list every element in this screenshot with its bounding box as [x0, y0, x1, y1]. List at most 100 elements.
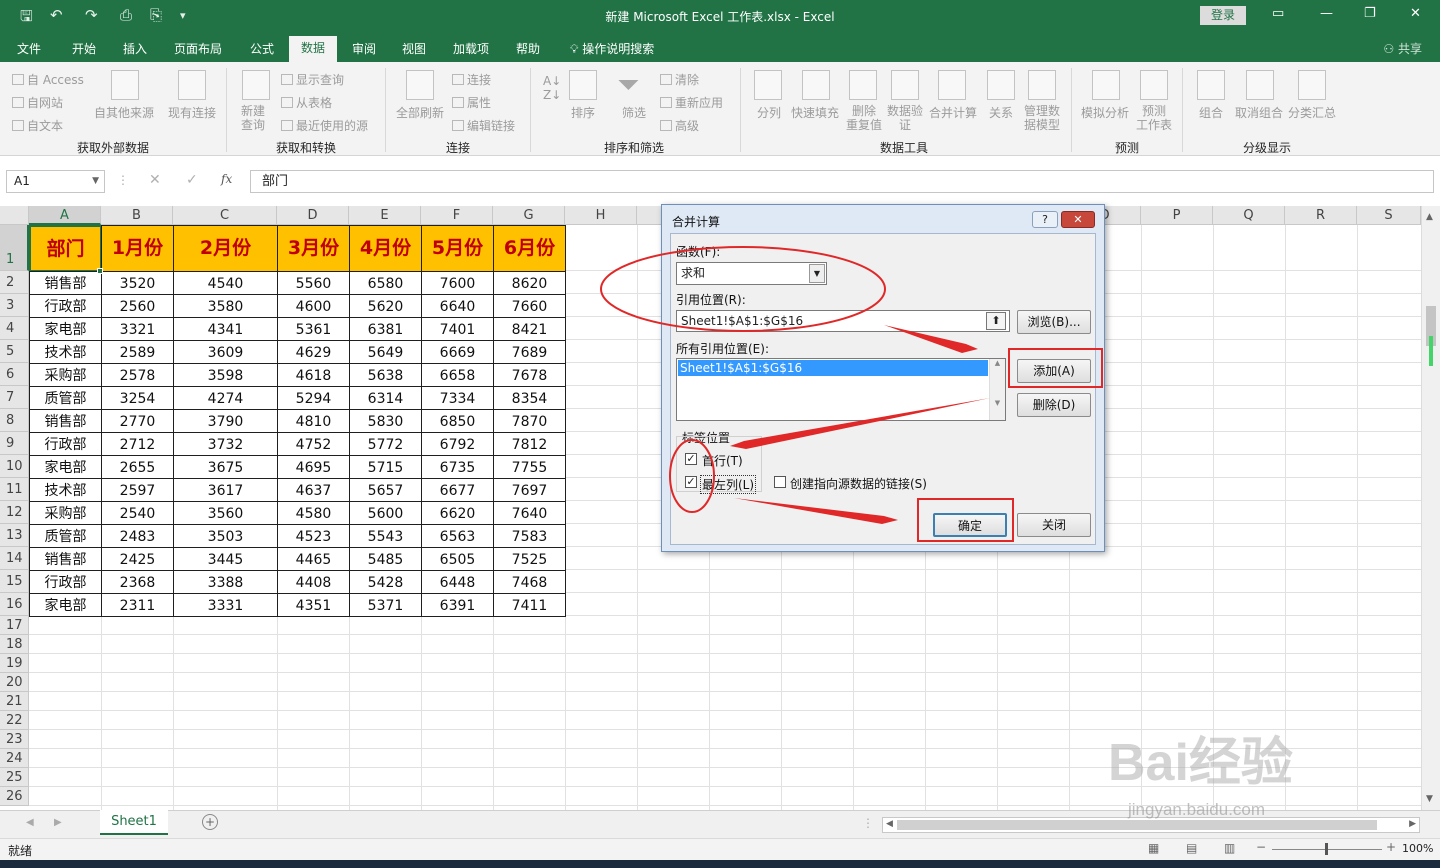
zoom-thumb[interactable]	[1325, 843, 1328, 855]
group-label-outline: 分级显示	[1243, 141, 1292, 155]
browse-button[interactable]: 浏览(B)...	[1017, 310, 1091, 334]
clear-button[interactable]: 清除	[660, 71, 699, 88]
function-select[interactable]: 求和 ▼	[676, 262, 827, 285]
data-validation-button[interactable]: 数据验 证	[887, 104, 923, 132]
tab-review[interactable]: 审阅	[352, 40, 376, 57]
manage-data-model-button[interactable]: 管理数 据模型	[1024, 104, 1060, 132]
link-source-checkbox[interactable]	[774, 476, 786, 488]
left-column-checkbox[interactable]: ✓	[685, 476, 697, 488]
delete-button[interactable]: 删除(D)	[1017, 393, 1091, 417]
dialog-close-icon[interactable]: ✕	[1061, 211, 1095, 228]
all-references-list[interactable]: Sheet1!$A$1:$G$16 ▲ ▼	[676, 358, 1006, 421]
login-button[interactable]: 登录	[1200, 6, 1246, 25]
zoom-in-icon[interactable]: +	[1386, 840, 1396, 854]
consolidate-button[interactable]: 合并计算	[929, 104, 977, 121]
tab-page-layout[interactable]: 页面布局	[174, 40, 222, 57]
tab-help[interactable]: 帮助	[516, 40, 540, 57]
from-table-button[interactable]: 从表格	[281, 94, 332, 111]
ungroup-button[interactable]: 取消组合	[1235, 104, 1283, 121]
next-sheet-icon[interactable]: ▶	[54, 817, 62, 828]
scroll-right-icon[interactable]: ▶	[1409, 819, 1416, 829]
prev-sheet-icon[interactable]: ◀	[26, 817, 34, 828]
split-handle-icon[interactable]: ⋮	[862, 816, 874, 830]
page-break-icon[interactable]: ▥	[1224, 841, 1235, 855]
sort-az-icon[interactable]: A↓ Z↓	[543, 74, 561, 102]
group-label-external: 获取外部数据	[77, 141, 150, 155]
reference-input[interactable]: Sheet1!$A$1:$G$16	[676, 310, 1010, 332]
other-sources-button[interactable]: 自其他来源	[94, 104, 154, 121]
forecast-sheet-button[interactable]: 预测 工作表	[1136, 104, 1172, 132]
reapply-button[interactable]: 重新应用	[660, 94, 723, 111]
subtotal-button[interactable]: 分类汇总	[1288, 104, 1336, 121]
connections-button[interactable]: 连接	[452, 71, 491, 88]
tab-view[interactable]: 视图	[402, 40, 426, 57]
cancel-icon[interactable]: ✕	[149, 172, 161, 188]
tab-add-ins[interactable]: 加载项	[453, 40, 489, 57]
tab-home[interactable]: 开始	[72, 40, 96, 57]
scroll-left-icon[interactable]: ◀	[886, 819, 893, 829]
watermark-brand: Bai经验	[1108, 734, 1293, 792]
tab-data[interactable]: 数据	[289, 36, 337, 62]
filter-button[interactable]: 筛选	[622, 104, 646, 121]
zoom-level[interactable]: 100%	[1402, 842, 1433, 855]
recent-sources-button[interactable]: 最近使用的源	[281, 117, 368, 134]
minimize-icon[interactable]: —	[1320, 6, 1333, 21]
refresh-all-icon	[406, 70, 434, 100]
text-to-columns-icon	[754, 70, 782, 100]
from-text-button[interactable]: 自文本	[12, 117, 63, 134]
tab-insert[interactable]: 插入	[123, 40, 147, 57]
scroll-up-icon[interactable]: ▲	[1426, 212, 1433, 222]
formula-input[interactable]: 部门	[250, 170, 1434, 193]
page-layout-icon[interactable]: ▤	[1186, 841, 1197, 855]
name-box[interactable]: A1 ▼	[6, 170, 105, 193]
add-sheet-icon[interactable]: +	[202, 814, 218, 830]
data-validation-icon	[891, 70, 919, 100]
remove-duplicates-icon	[849, 70, 877, 100]
list-item[interactable]: Sheet1!$A$1:$G$16	[678, 360, 988, 376]
collapse-dialog-icon[interactable]: ⬆	[986, 312, 1006, 330]
group-label-sort-filter: 排序和筛选	[604, 141, 665, 155]
existing-connections-button[interactable]: 现有连接	[168, 104, 216, 121]
tell-me-search[interactable]: 💡︎ 操作说明搜索	[570, 40, 654, 57]
enter-icon[interactable]: ✓	[186, 172, 198, 188]
insert-function-icon[interactable]: fx	[221, 172, 232, 186]
ok-button[interactable]: 确定	[933, 513, 1007, 537]
vertical-scrollbar[interactable]: ▲ ▼	[1421, 206, 1440, 810]
restore-icon[interactable]: ❐	[1364, 6, 1376, 21]
chevron-down-icon[interactable]: ▼	[92, 171, 99, 192]
add-button[interactable]: 添加(A)	[1017, 359, 1091, 383]
edit-links-button[interactable]: 编辑链接	[452, 117, 515, 134]
close-window-icon[interactable]: ✕	[1410, 6, 1421, 21]
text-to-columns-button[interactable]: 分列	[757, 104, 781, 121]
advanced-button[interactable]: 高级	[660, 117, 699, 134]
function-label: 函数(F):	[676, 245, 721, 259]
tab-formulas[interactable]: 公式	[250, 40, 274, 57]
scroll-down-icon[interactable]: ▼	[1426, 794, 1433, 804]
from-web-button[interactable]: 自网站	[12, 94, 63, 111]
refresh-all-button[interactable]: 全部刷新	[396, 104, 444, 121]
help-icon[interactable]: ?	[1032, 211, 1058, 228]
normal-view-icon[interactable]: ▦	[1148, 841, 1159, 855]
new-query-button[interactable]: 新建 查询	[241, 104, 265, 132]
group-button[interactable]: 组合	[1199, 104, 1223, 121]
properties-button[interactable]: 属性	[452, 94, 491, 111]
sheet-tab-sheet1[interactable]: Sheet1	[100, 810, 168, 835]
top-row-checkbox[interactable]: ✓	[685, 453, 697, 465]
properties-icon	[452, 97, 464, 108]
list-scrollbar[interactable]: ▲ ▼	[989, 359, 1005, 420]
scroll-thumb[interactable]	[897, 820, 1377, 830]
chevron-down-icon[interactable]: ▼	[809, 264, 825, 283]
share-button[interactable]: ⚇ 共享	[1383, 40, 1422, 57]
tab-file[interactable]: 文件	[17, 40, 41, 57]
close-button[interactable]: 关闭	[1017, 513, 1091, 537]
top-row-label: 首行(T)	[702, 454, 743, 468]
remove-duplicates-button[interactable]: 删除 重复值	[846, 104, 882, 132]
zoom-out-icon[interactable]: −	[1256, 840, 1266, 854]
show-queries-button[interactable]: 显示查询	[281, 71, 344, 88]
what-if-analysis-button[interactable]: 模拟分析	[1081, 104, 1129, 121]
ribbon-display-icon[interactable]: ▭	[1272, 6, 1284, 21]
flash-fill-button[interactable]: 快速填充	[791, 104, 839, 121]
from-access-button[interactable]: 自 Access	[12, 71, 84, 88]
sort-button[interactable]: 排序	[571, 104, 595, 121]
relationships-button[interactable]: 关系	[989, 104, 1013, 121]
